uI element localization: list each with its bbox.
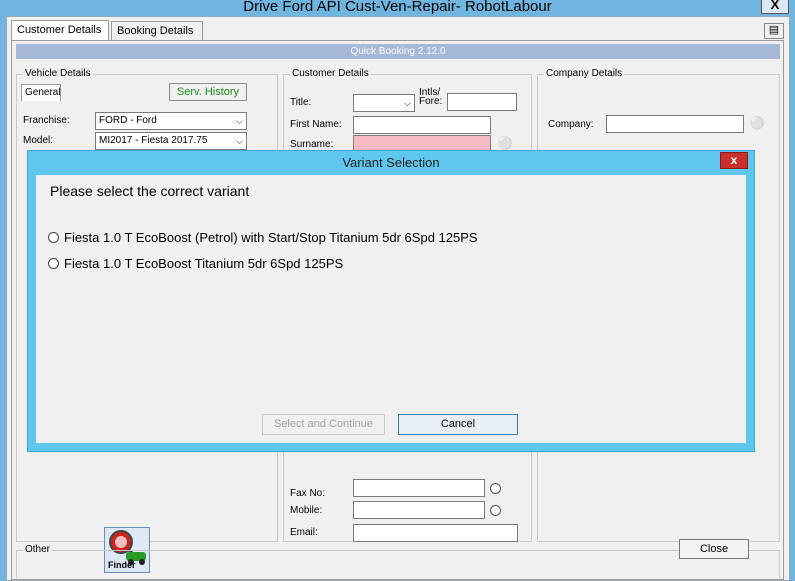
variant-option-2[interactable]: Fiesta 1.0 T EcoBoost Titanium 5dr 6Spd …: [48, 256, 343, 271]
mobile-label: Mobile:: [290, 505, 323, 516]
franchise-select[interactable]: FORD - Ford ⌵: [95, 112, 247, 130]
other-label: Other: [23, 544, 53, 556]
radio-icon[interactable]: [48, 258, 59, 269]
window-close-button[interactable]: X: [761, 0, 789, 14]
franchise-label: Franchise:: [23, 115, 70, 126]
toggle-panel-icon[interactable]: ▤: [764, 23, 784, 39]
dialog-title: Variant Selection: [342, 155, 440, 170]
intls-input[interactable]: [447, 93, 517, 111]
intls-fore-label: Intls/Fore:: [419, 88, 443, 107]
subtab-general[interactable]: General: [21, 84, 61, 101]
tab-booking-details[interactable]: Booking Details: [111, 21, 203, 41]
model-select[interactable]: MI2017 - Fiesta 2017.75 ⌵: [95, 132, 247, 150]
mobile-preferred-radio[interactable]: [490, 505, 501, 516]
variant-option-2-label: Fiesta 1.0 T EcoBoost Titanium 5dr 6Spd …: [64, 256, 344, 271]
dialog-body: Please select the correct variant Fiesta…: [36, 175, 746, 443]
serv-history-button[interactable]: Serv. History: [169, 83, 247, 101]
window-title: Drive Ford API Cust-Ven-Repair- RobotLab…: [243, 0, 552, 15]
dialog-close-button[interactable]: x: [720, 152, 748, 169]
company-input[interactable]: [606, 115, 744, 133]
title-label: Title:: [290, 97, 312, 108]
title-select[interactable]: ⌵: [353, 94, 415, 112]
quick-booking-banner: Quick Booking 2.12.0: [16, 44, 780, 59]
close-button[interactable]: Close: [679, 539, 749, 559]
chevron-down-icon: ⌵: [404, 98, 411, 108]
fore-label: Fore:: [419, 96, 443, 107]
variant-selection-dialog: Variant Selection x Please select the co…: [27, 150, 755, 452]
model-label: Model:: [23, 135, 54, 146]
surname-label: Surname:: [290, 139, 334, 150]
customer-details-label: Customer Details: [290, 68, 371, 80]
mobile-input[interactable]: [353, 501, 485, 519]
select-and-continue-button[interactable]: Select and Continue: [262, 414, 385, 435]
binoculars-icon[interactable]: ⚪: [748, 115, 766, 132]
first-name-label: First Name:: [290, 119, 342, 130]
chevron-down-icon: ⌵: [236, 136, 243, 146]
chevron-down-icon: ⌵: [236, 116, 243, 126]
cancel-button[interactable]: Cancel: [398, 414, 518, 435]
variant-option-1-label: Fiesta 1.0 T EcoBoost (Petrol) with Star…: [64, 230, 478, 245]
radio-icon[interactable]: [48, 232, 59, 243]
variant-option-1[interactable]: Fiesta 1.0 T EcoBoost (Petrol) with Star…: [48, 230, 478, 245]
tab-customer-details[interactable]: Customer Details: [11, 20, 109, 42]
email-input[interactable]: [353, 524, 518, 542]
company-details-label: Company Details: [544, 68, 625, 80]
first-name-input[interactable]: [353, 116, 491, 134]
other-group: Other: [16, 544, 780, 578]
fax-input[interactable]: [353, 479, 485, 497]
fax-label: Fax No:: [290, 488, 326, 499]
dialog-prompt: Please select the correct variant: [50, 183, 250, 199]
company-label: Company:: [548, 119, 594, 130]
vehicle-details-label: Vehicle Details: [23, 68, 93, 80]
franchise-value: FORD - Ford: [99, 115, 157, 126]
model-value: MI2017 - Fiesta 2017.75: [99, 135, 208, 146]
fax-preferred-radio[interactable]: [490, 483, 501, 494]
email-label: Email:: [290, 527, 318, 538]
